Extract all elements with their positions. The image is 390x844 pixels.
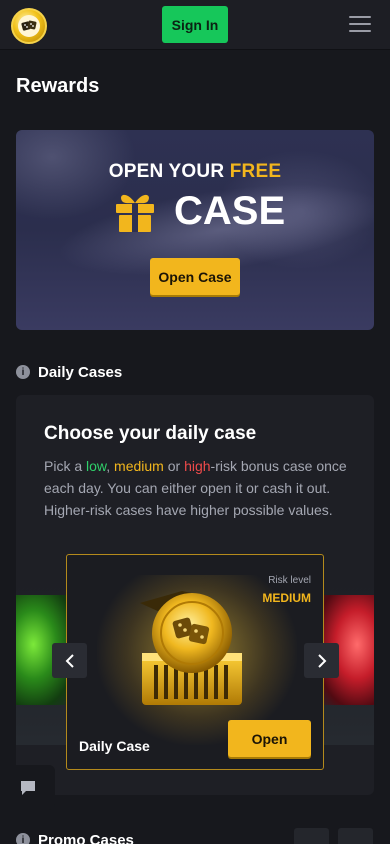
free-case-banner: OPEN YOUR FREE CASE Open Case [16,130,374,330]
promo-next-button[interactable] [338,828,373,844]
desc-sep1: , [106,458,115,474]
dice-logo-icon[interactable] [11,8,47,44]
carousel-prev-button[interactable] [52,643,87,678]
info-icon[interactable]: i [16,365,30,379]
info-icon[interactable]: i [16,833,30,844]
desc-low: low [86,458,107,474]
open-daily-case-button[interactable]: Open [228,720,311,757]
banner-headline-highlight: FREE [229,161,282,182]
desc-high: high [184,458,211,474]
page-title: Rewards [16,75,100,97]
promo-cases-header: i Promo Cases [16,830,134,844]
chat-button[interactable] [0,765,55,810]
risk-level-value: MEDIUM [262,591,311,605]
risk-level-label: Risk level [268,575,311,586]
daily-case-heading: Choose your daily case [44,423,257,444]
sign-in-button[interactable]: Sign In [162,6,228,43]
carousel-next-button[interactable] [304,643,339,678]
daily-cases-card: Choose your daily case Pick a low, mediu… [16,395,374,795]
daily-case-description: Pick a low, medium or high-risk bonus ca… [44,455,354,521]
desc-medium: medium [114,458,164,474]
open-case-button[interactable]: Open Case [150,258,240,295]
desc-sep2: or [163,458,185,474]
case-name: Daily Case [79,738,150,754]
banner-headline: OPEN YOUR FREE [16,161,374,183]
banner-headline-prefix: OPEN YOUR [108,161,230,182]
promo-cases-title: Promo Cases [38,831,134,844]
promo-prev-button[interactable] [294,828,329,844]
top-bar: Sign In [0,0,390,50]
daily-case-card[interactable]: Risk level MEDIUM Daily Case Open [66,554,324,770]
chat-icon [20,780,35,795]
chevron-right-icon [317,653,326,668]
treasure-chest-icon [140,591,242,705]
logo-inner [18,15,40,37]
chevron-left-icon [65,653,74,668]
banner-case-line: CASE [112,188,285,234]
desc-before: Pick a [44,458,87,474]
daily-cases-title: Daily Cases [38,363,123,381]
gift-icon [116,194,154,232]
daily-cases-header: i Daily Cases [16,362,122,382]
banner-case-text: CASE [174,189,286,233]
hamburger-menu-icon[interactable] [349,16,371,34]
